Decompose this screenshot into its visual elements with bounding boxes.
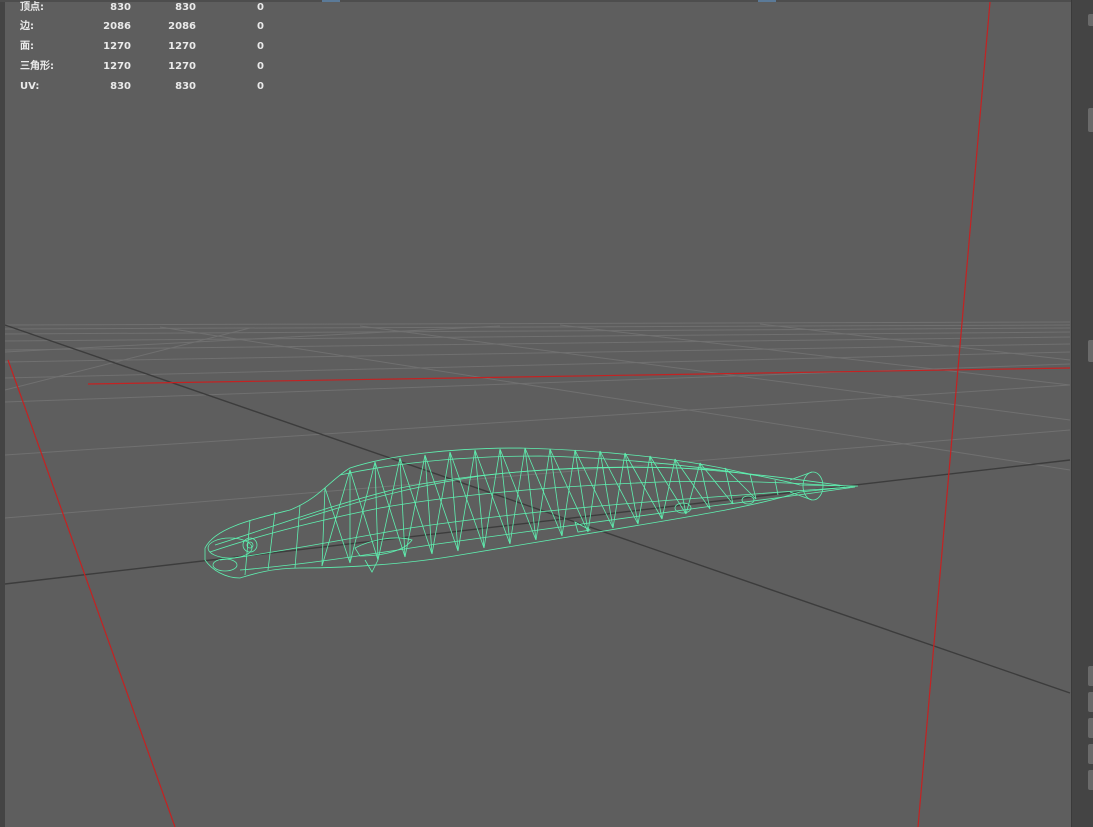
hud-value-object: 830	[110, 81, 131, 92]
hud-value-components: 0	[257, 2, 264, 13]
panel-tab-icon[interactable]	[1088, 770, 1093, 790]
hud-row-triangles: 三角形: 1270 1270 0	[0, 59, 280, 75]
hud-value-selected: 1270	[168, 41, 196, 52]
hud-value-components: 0	[257, 41, 264, 52]
top-strip-marker	[322, 0, 340, 2]
hud-value-object: 1270	[103, 41, 131, 52]
hud-value-selected: 830	[175, 81, 196, 92]
hud-label: UV:	[20, 81, 40, 92]
hud-value-components: 0	[257, 61, 264, 72]
world-axes	[4, 324, 1071, 694]
hud-value-object: 2086	[103, 21, 131, 32]
hud-label: 边:	[20, 21, 34, 32]
hud-row-uvs: UV: 830 830 0	[0, 79, 280, 95]
hud-row-faces: 面: 1270 1270 0	[0, 39, 280, 55]
wireframe-model[interactable]	[204, 447, 859, 579]
panel-tab-icon[interactable]	[1088, 692, 1093, 712]
hud-value-object: 1270	[103, 61, 131, 72]
panel-tab-icon[interactable]	[1088, 108, 1093, 132]
viewport-left-border	[0, 0, 5, 827]
hud-value-components: 0	[257, 21, 264, 32]
red-axis-lines	[7, 1, 1071, 827]
hud-value-selected: 830	[175, 2, 196, 13]
hud-value-components: 0	[257, 81, 264, 92]
top-strip-marker	[758, 0, 776, 2]
hud-label: 顶点:	[20, 2, 44, 13]
panel-tab-icon[interactable]	[1088, 14, 1093, 26]
poly-count-hud: 顶点: 830 830 0 边: 2086 2086 0 面: 1270 127…	[0, 0, 280, 100]
hud-value-object: 830	[110, 2, 131, 13]
hud-row-edges: 边: 2086 2086 0	[0, 19, 280, 35]
panel-tab-icon[interactable]	[1088, 744, 1093, 764]
ground-grid	[4, 321, 1071, 519]
panel-tab-icon[interactable]	[1088, 666, 1093, 686]
panel-tab-icon[interactable]	[1088, 718, 1093, 738]
hud-row-vertices: 顶点: 830 830 0	[0, 0, 280, 16]
3d-viewport[interactable]: 顶点: 830 830 0 边: 2086 2086 0 面: 1270 127…	[0, 0, 1093, 827]
hud-value-selected: 1270	[168, 61, 196, 72]
hud-label: 面:	[20, 41, 34, 52]
panel-tab-icon[interactable]	[1088, 340, 1093, 362]
hud-label: 三角形:	[20, 61, 54, 72]
hud-value-selected: 2086	[168, 21, 196, 32]
scene-canvas[interactable]	[0, 0, 1093, 827]
